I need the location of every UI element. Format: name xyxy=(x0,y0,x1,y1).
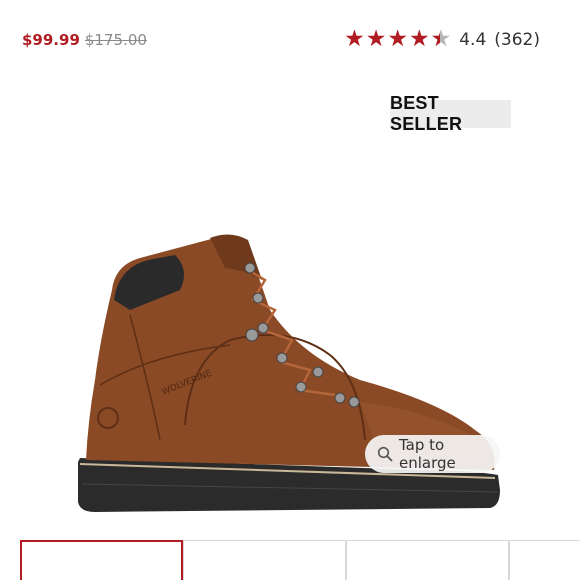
enlarge-label: Tap to enlarge xyxy=(399,436,456,472)
thumbnail-1[interactable] xyxy=(20,540,183,580)
product-image[interactable]: WOLVERINE Tap to enlarge xyxy=(0,140,580,540)
rating-stars: ★ ★ ★ ★ ★★ xyxy=(344,28,451,51)
rating-value: 4.4 xyxy=(459,29,487,50)
thumbnail-3[interactable] xyxy=(346,540,509,580)
original-price: $175.00 xyxy=(84,31,147,49)
review-count[interactable]: (362) xyxy=(494,30,540,50)
magnifier-icon xyxy=(377,446,393,462)
sale-price: $99.99 xyxy=(22,31,80,49)
boot-image: WOLVERINE xyxy=(78,234,500,512)
thumbnail-strip xyxy=(0,540,580,580)
best-seller-badge: BEST SELLER xyxy=(390,93,511,134)
thumbnail-2[interactable] xyxy=(183,540,346,580)
partial-star-icon: ★★ xyxy=(430,26,452,52)
star-icon: ★ xyxy=(408,26,430,52)
star-icon: ★ xyxy=(344,26,365,52)
star-icon: ★ xyxy=(387,26,408,52)
tap-to-enlarge-button[interactable]: Tap to enlarge xyxy=(365,435,500,473)
star-icon: ★ xyxy=(365,26,387,52)
price-row: $99.99 $175.00 xyxy=(22,31,147,49)
rating-summary[interactable]: ★ ★ ★ ★ ★★ 4.4 (362) xyxy=(344,28,540,51)
thumbnail-4[interactable] xyxy=(509,540,580,580)
